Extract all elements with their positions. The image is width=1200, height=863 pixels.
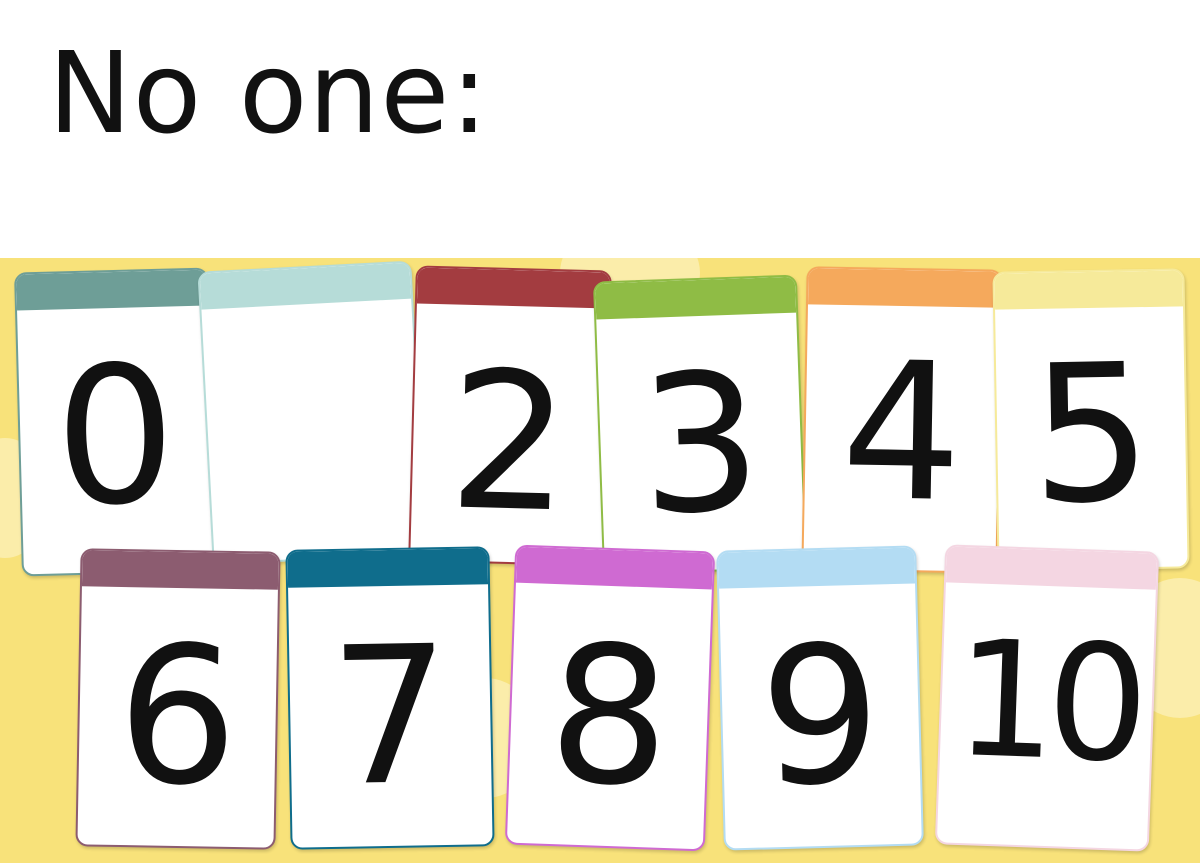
card-number: 9 (757, 604, 884, 829)
card-color-band (994, 270, 1184, 310)
number-card-4: 4 (801, 266, 1003, 574)
number-card-5: 5 (992, 268, 1190, 572)
number-card-8: 8 (504, 544, 716, 852)
number-card-0: 0 (14, 267, 216, 577)
number-card-7: 7 (285, 546, 495, 850)
card-color-band (808, 268, 1001, 308)
card-color-band (81, 550, 279, 590)
card-number (203, 333, 413, 344)
number-card-6: 6 (75, 548, 281, 850)
card-number: 8 (545, 603, 674, 830)
number-card-2: 2 (408, 265, 612, 567)
meme-caption: No one: (48, 29, 490, 159)
number-cards-image: 0 2 3 4 5 6 7 8 9 10 (0, 258, 1200, 863)
card-color-band (515, 546, 714, 590)
number-card-3: 3 (592, 274, 808, 576)
card-number: 7 (327, 604, 453, 829)
card-number: 2 (445, 330, 573, 555)
card-color-band (595, 276, 797, 320)
card-color-band (416, 267, 610, 309)
number-card-1-blank (197, 260, 427, 566)
card-credit (78, 834, 274, 837)
card-color-band (945, 546, 1158, 590)
card-number: 6 (115, 604, 241, 829)
card-number: 5 (1028, 322, 1154, 547)
number-card-10: 10 (934, 544, 1160, 852)
card-number: 0 (52, 324, 179, 549)
card-color-band (718, 547, 916, 589)
number-card-9: 9 (716, 545, 924, 851)
card-number: 10 (951, 604, 1142, 799)
card-color-band (199, 262, 412, 310)
card-color-band (287, 548, 489, 588)
card-number: 3 (636, 331, 765, 558)
card-number: 4 (839, 320, 965, 545)
card-color-band (16, 269, 207, 311)
